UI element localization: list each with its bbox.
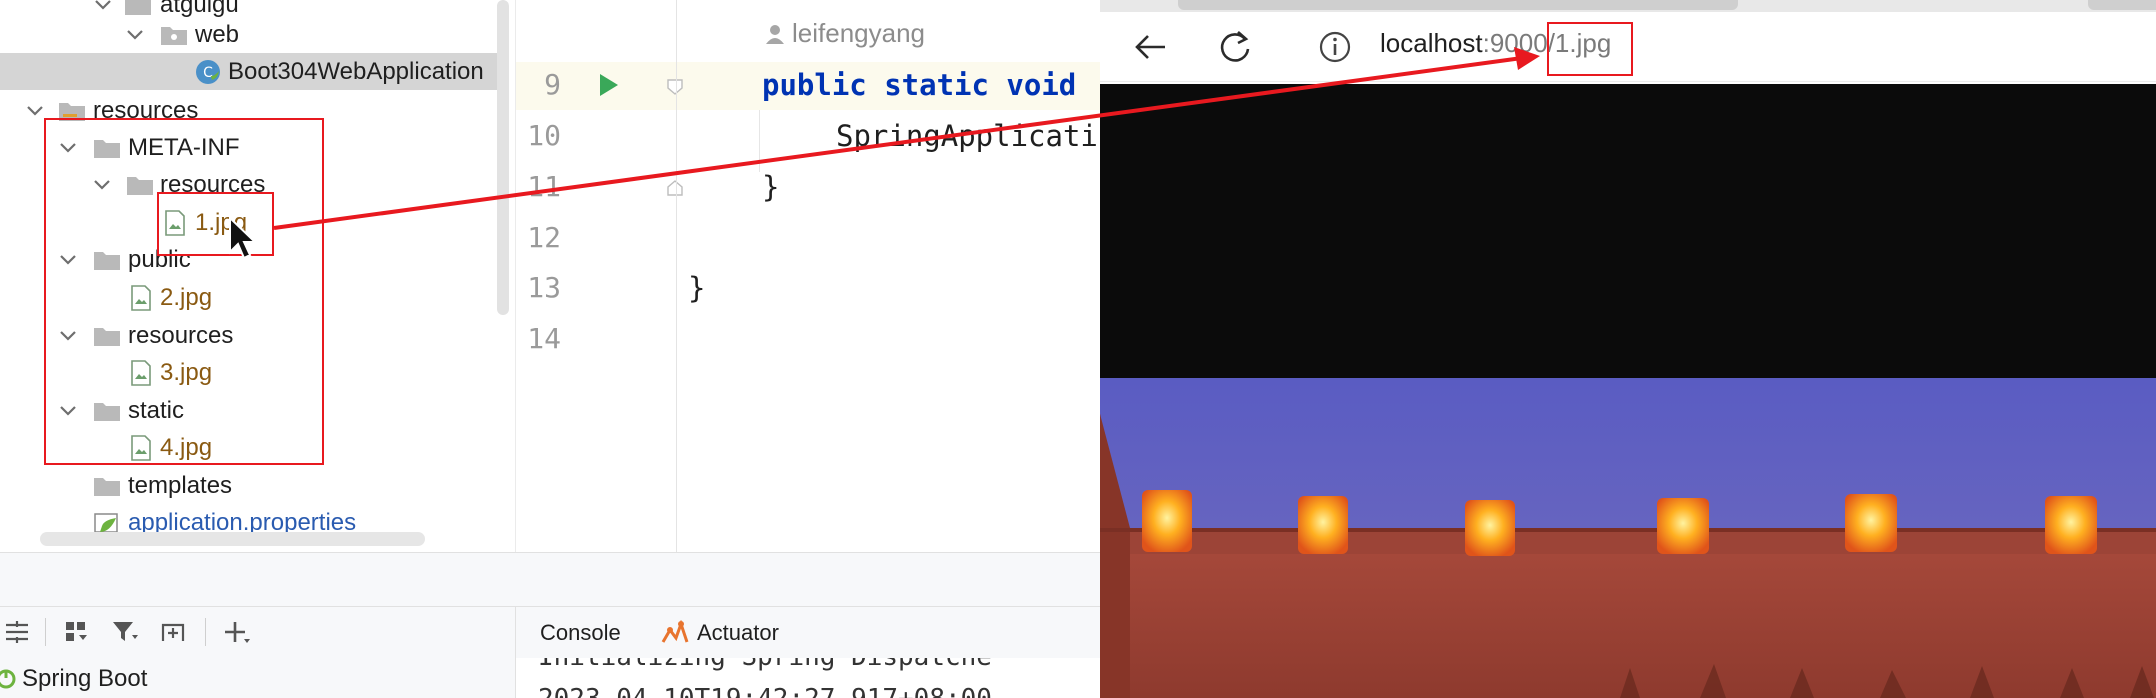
group-services-icon[interactable] bbox=[62, 617, 92, 647]
svg-text:C: C bbox=[203, 65, 213, 81]
tree-item-templates[interactable]: templates bbox=[0, 467, 515, 504]
code-line-11: } bbox=[762, 170, 780, 204]
url-highlight-box bbox=[1547, 22, 1633, 76]
service-item-spring-boot[interactable]: Spring Boot bbox=[0, 660, 147, 698]
back-arrow-icon[interactable] bbox=[1132, 28, 1170, 66]
run-tabs: Console Actuator bbox=[515, 606, 1100, 658]
code-line-9: public static void bbox=[762, 68, 1077, 102]
tab-label: Console bbox=[540, 620, 621, 645]
site-info-icon[interactable] bbox=[1318, 30, 1352, 64]
line-number: 11 bbox=[527, 170, 561, 203]
code-line-10: SpringApplicati bbox=[836, 119, 1098, 153]
author-name: leifengyang bbox=[792, 18, 925, 48]
chevron-down-icon[interactable] bbox=[92, 0, 114, 16]
browser-window: localhost:9000/1.jpg bbox=[1100, 0, 2156, 698]
log-line: Initializing Spring Dispatche bbox=[538, 658, 992, 672]
add-service-icon[interactable] bbox=[222, 617, 252, 647]
spring-boot-icon bbox=[0, 669, 16, 689]
log-line: 2023-04-10T19:42:27.917+08:00 bbox=[538, 684, 992, 698]
line-number: 10 bbox=[527, 119, 561, 152]
tree-horizontal-scrollbar[interactable] bbox=[40, 532, 425, 546]
tree-item-web[interactable]: web bbox=[0, 16, 515, 53]
run-gutter-icon[interactable] bbox=[598, 72, 620, 98]
chevron-down-icon[interactable] bbox=[24, 100, 46, 122]
browser-tab[interactable] bbox=[1178, 0, 1738, 10]
code-editor[interactable]: 9 10 11 12 13 14 leifengyang public stat… bbox=[515, 0, 1101, 552]
code-line-13: } bbox=[688, 271, 706, 305]
console-output[interactable]: Initializing Spring Dispatche 2023-04-10… bbox=[515, 658, 1100, 698]
chevron-down-icon[interactable] bbox=[124, 24, 146, 46]
user-icon bbox=[766, 24, 784, 44]
new-tab-icon[interactable] bbox=[158, 617, 188, 647]
service-item-label: Spring Boot bbox=[22, 665, 148, 692]
services-toolbar bbox=[0, 606, 515, 658]
code-author-hint[interactable]: leifengyang bbox=[766, 18, 925, 49]
tree-item-label: Boot304WebApplication bbox=[228, 57, 484, 85]
line-number: 13 bbox=[527, 271, 561, 304]
indent-guide bbox=[759, 110, 760, 172]
mouse-cursor-icon bbox=[229, 216, 258, 260]
tab-actuator[interactable]: Actuator bbox=[661, 620, 779, 646]
static-folders-highlight-box bbox=[44, 118, 324, 465]
browser-tab-strip bbox=[1100, 0, 2156, 12]
line-number: 14 bbox=[527, 322, 561, 355]
tree-item-label: web bbox=[195, 20, 240, 48]
displayed-image bbox=[1100, 84, 2156, 698]
spring-class-icon: C bbox=[194, 58, 222, 86]
fold-marker-icon[interactable] bbox=[666, 179, 684, 197]
fold-marker-icon[interactable] bbox=[666, 78, 684, 96]
tree-item-boot304webapplication[interactable]: C Boot304WebApplication bbox=[0, 53, 503, 90]
actuator-icon bbox=[661, 620, 689, 643]
folder-icon bbox=[93, 475, 121, 497]
url-host: localhost bbox=[1380, 28, 1483, 58]
tab-label: Actuator bbox=[697, 620, 779, 645]
editor-gutter: 9 10 11 12 13 14 bbox=[516, 0, 683, 552]
collapse-all-icon[interactable] bbox=[2, 617, 32, 647]
toolbar-separator bbox=[205, 618, 206, 646]
tree-vertical-scrollbar[interactable] bbox=[497, 0, 509, 315]
gutter-divider bbox=[676, 0, 677, 552]
browser-tab[interactable] bbox=[2088, 0, 2156, 10]
package-icon bbox=[160, 24, 188, 46]
page-viewport[interactable] bbox=[1100, 84, 2156, 698]
toolbar-separator bbox=[45, 618, 46, 646]
folder-icon bbox=[124, 0, 152, 16]
line-number: 9 bbox=[544, 68, 561, 101]
refresh-icon[interactable] bbox=[1216, 28, 1254, 66]
filter-icon[interactable] bbox=[110, 617, 140, 647]
tree-item-label: templates bbox=[128, 471, 233, 499]
tab-console[interactable]: Console bbox=[540, 620, 621, 646]
line-number: 12 bbox=[527, 221, 561, 254]
